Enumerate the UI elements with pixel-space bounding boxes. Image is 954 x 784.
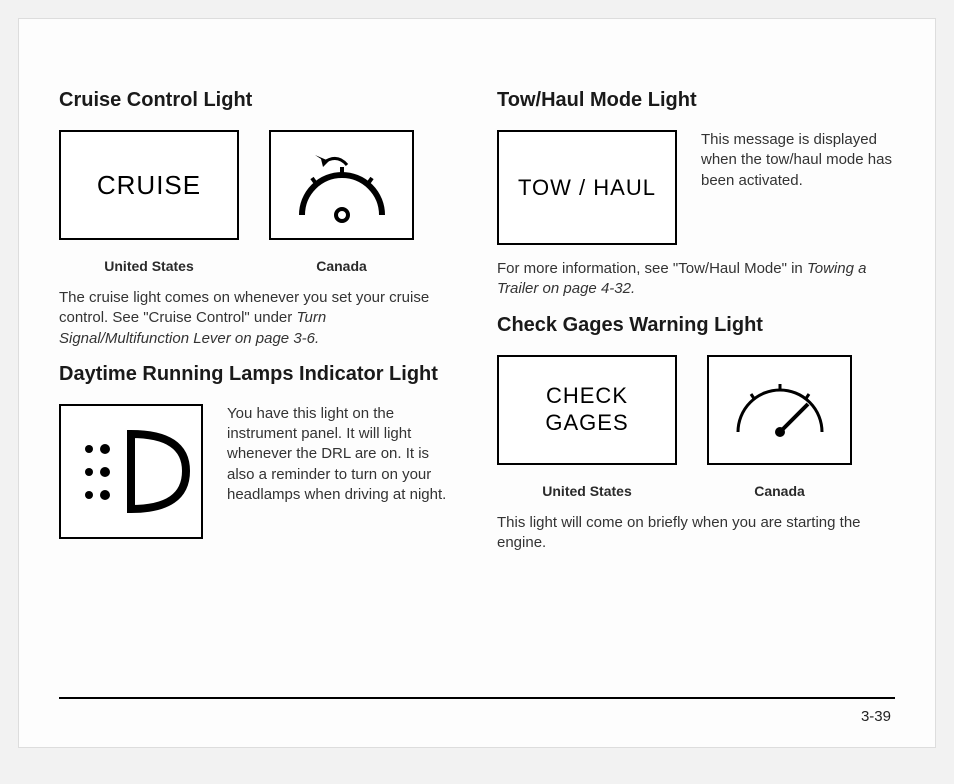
manual-page: Cruise Control Light CRUISE — [18, 18, 936, 748]
cruise-gauge-icon — [287, 145, 397, 225]
cruise-captions: United States Canada — [59, 248, 457, 274]
cruise-icon-row: CRUISE — [59, 130, 457, 240]
drl-headlamp-icon — [61, 419, 201, 524]
checkgages-captions: United States Canada — [497, 473, 895, 499]
cruise-us-block: CRUISE — [59, 130, 239, 240]
checkgages-gauge-box — [707, 355, 852, 465]
cruise-canada-block — [269, 130, 414, 240]
checkgages-line1: CHECK — [546, 383, 628, 409]
page-number: 3-39 — [861, 708, 891, 725]
towhaul-row: TOW / HAUL This message is displayed whe… — [497, 130, 895, 245]
left-column: Cruise Control Light CRUISE — [59, 89, 457, 567]
cruise-gauge-box — [269, 130, 414, 240]
cruise-heading: Cruise Control Light — [59, 89, 457, 112]
checkgages-row: CHECK GAGES — [497, 355, 895, 465]
checkgages-us-block: CHECK GAGES — [497, 355, 677, 465]
checkgages-canada-block — [707, 355, 852, 465]
check-gages-gauge-icon — [720, 370, 840, 450]
cruise-para-text: The cruise light comes on whenever you s… — [59, 289, 429, 326]
checkgages-caption-canada: Canada — [707, 483, 852, 499]
checkgages-para: This light will come on briefly when you… — [497, 513, 895, 554]
towhaul-heading: Tow/Haul Mode Light — [497, 89, 895, 112]
drl-heading: Daytime Running Lamps Indicator Light — [59, 363, 457, 386]
checkgages-line2: GAGES — [545, 410, 628, 436]
checkgages-heading: Check Gages Warning Light — [497, 314, 895, 337]
towhaul-below-text: For more information, see "Tow/Haul Mode… — [497, 260, 807, 277]
towhaul-label: TOW / HAUL — [518, 175, 656, 201]
checkgages-caption-us: United States — [497, 483, 677, 499]
drl-row: You have this light on the instrument pa… — [59, 404, 457, 539]
cruise-caption-us: United States — [59, 258, 239, 274]
checkgages-text-box: CHECK GAGES — [497, 355, 677, 465]
right-column: Tow/Haul Mode Light TOW / HAUL This mess… — [497, 89, 895, 567]
towhaul-below-para: For more information, see "Tow/Haul Mode… — [497, 259, 895, 300]
cruise-description: The cruise light comes on whenever you s… — [59, 288, 457, 349]
cruise-text-box: CRUISE — [59, 130, 239, 240]
drl-description: You have this light on the instrument pa… — [227, 404, 457, 505]
towhaul-box: TOW / HAUL — [497, 130, 677, 245]
cruise-caption-canada: Canada — [269, 258, 414, 274]
towhaul-side-para: This message is displayed when the tow/h… — [701, 130, 895, 191]
drl-icon-box — [59, 404, 203, 539]
cruise-label: CRUISE — [97, 170, 201, 201]
footer-rule — [59, 697, 895, 699]
columns: Cruise Control Light CRUISE — [59, 89, 895, 567]
